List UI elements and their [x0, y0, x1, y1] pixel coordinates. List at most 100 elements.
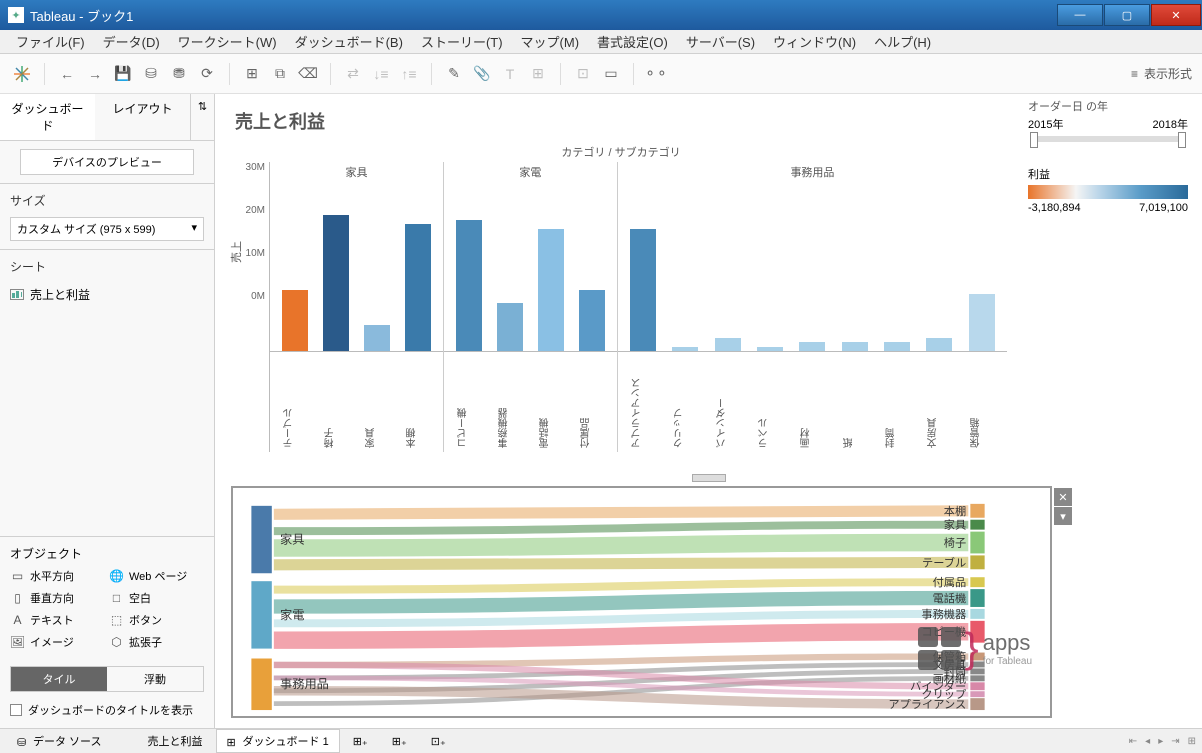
presentation-icon[interactable]: ▭ — [599, 62, 623, 86]
obj-extension[interactable]: ⬡拡張子 — [109, 634, 204, 650]
bar[interactable] — [282, 290, 308, 351]
highlight-icon[interactable]: ✎ — [442, 62, 466, 86]
sheets-label: シート — [0, 249, 214, 279]
dashboard-tab[interactable]: ⊞ ダッシュボード 1 — [216, 729, 340, 753]
year-start: 2015年 — [1028, 116, 1063, 132]
close-button[interactable]: ✕ — [1151, 4, 1201, 26]
bar[interactable] — [757, 347, 783, 351]
menu-file[interactable]: ファイル(F) — [8, 30, 93, 53]
svg-text:家具: 家具 — [944, 518, 966, 532]
float-button[interactable]: 浮動 — [107, 667, 203, 691]
sankey-chart[interactable]: ✕ ▾ 家具家電事務用品本棚家具椅子テーブル付属品電話機事務機器コピー機保管箱文… — [231, 486, 1052, 718]
datasource-tab[interactable]: ⛁ データ ソース — [6, 729, 113, 753]
show-me-button[interactable]: ≡ 表示形式 — [1131, 65, 1192, 82]
x-label: 封筒 — [884, 352, 910, 452]
minimize-button[interactable]: — — [1057, 4, 1103, 26]
nav-tabs-icon[interactable]: ⊞ — [1188, 736, 1196, 747]
menu-dashboard[interactable]: ダッシュボード(B) — [287, 30, 411, 53]
vertical-icon: ▯ — [10, 591, 25, 605]
bar[interactable] — [799, 342, 825, 351]
obj-blank[interactable]: □空白 — [109, 590, 204, 606]
category-label: 家具 — [270, 162, 443, 182]
bar[interactable] — [926, 338, 952, 351]
sheet-options-icon[interactable]: ▾ — [1054, 507, 1072, 525]
x-label: 保管箱 — [969, 352, 995, 452]
obj-web[interactable]: 🌐Web ページ — [109, 568, 204, 584]
bar[interactable] — [364, 325, 390, 351]
menu-help[interactable]: ヘルプ(H) — [866, 30, 939, 53]
obj-button[interactable]: ⬚ボタン — [109, 612, 204, 628]
show-title-checkbox[interactable] — [10, 704, 22, 716]
share-icon[interactable]: ⚬⚬ — [644, 62, 668, 86]
bar[interactable] — [456, 220, 482, 351]
bar[interactable] — [842, 342, 868, 351]
obj-text[interactable]: Aテキスト — [10, 612, 105, 628]
fit-icon[interactable]: ⊡ — [571, 62, 595, 86]
titlebar: ✦ Tableau - ブック1 — ▢ ✕ — [0, 0, 1202, 30]
nav-prev-icon[interactable]: ◂ — [1145, 736, 1150, 747]
remove-sheet-icon[interactable]: ✕ — [1054, 488, 1072, 506]
bar[interactable] — [538, 229, 564, 352]
maximize-button[interactable]: ▢ — [1104, 4, 1150, 26]
bar[interactable] — [579, 290, 605, 351]
duplicate-icon[interactable]: ⧉ — [268, 62, 292, 86]
refresh-datasource-icon[interactable]: ⛃ — [167, 62, 191, 86]
tab-layout[interactable]: レイアウト — [95, 94, 190, 140]
watermark-text: apps — [983, 630, 1032, 656]
dashboard-canvas[interactable]: 売上と利益 オーダー日 の年 2015年 2018年 利益 -3,180,894… — [215, 94, 1202, 728]
bar[interactable] — [715, 338, 741, 351]
new-worksheet-icon[interactable]: ⊞ — [240, 62, 264, 86]
swap-icon[interactable]: ⇄ — [341, 62, 365, 86]
year-slider[interactable] — [1034, 136, 1182, 142]
save-icon[interactable]: 💾 — [111, 62, 135, 86]
bar[interactable] — [969, 294, 995, 351]
color-gradient-bar — [1028, 185, 1188, 199]
obj-horizontal[interactable]: ▭水平方向 — [10, 568, 105, 584]
menu-window[interactable]: ウィンドウ(N) — [765, 30, 864, 53]
window-title: Tableau - ブック1 — [30, 6, 133, 25]
tab-dashboard[interactable]: ダッシュボード — [0, 94, 95, 140]
menu-format[interactable]: 書式設定(O) — [589, 30, 676, 53]
sheet-item[interactable]: 売上と利益 — [10, 283, 204, 306]
bar[interactable] — [497, 303, 523, 351]
nav-next-icon[interactable]: ▸ — [1158, 736, 1163, 747]
worksheet-tab[interactable]: 売上と利益 — [137, 729, 214, 753]
obj-vertical[interactable]: ▯垂直方向 — [10, 590, 105, 606]
device-preview-button[interactable]: デバイスのプレビュー — [20, 149, 194, 175]
redo-icon[interactable]: → — [83, 62, 107, 86]
sidebar-options-icon[interactable]: ⇅ — [190, 94, 214, 140]
refresh-icon[interactable]: ⟳ — [195, 62, 219, 86]
nav-last-icon[interactable]: ⇥ — [1171, 736, 1179, 747]
bar[interactable] — [405, 224, 431, 351]
tile-button[interactable]: タイル — [11, 667, 107, 691]
menu-data[interactable]: データ(D) — [95, 30, 168, 53]
new-worksheet-button[interactable]: ⊞₊ — [342, 731, 379, 752]
bar[interactable] — [323, 215, 349, 351]
datasource-icon[interactable]: ⛁ — [139, 62, 163, 86]
bar-chart[interactable]: カテゴリ / サブカテゴリ 売上 30M 20M 10M 0M 家具テーブル椅子… — [235, 144, 1007, 464]
bar[interactable] — [672, 347, 698, 351]
new-dashboard-button[interactable]: ⊞₊ — [381, 731, 418, 752]
obj-image[interactable]: 🖼イメージ — [10, 634, 105, 650]
tableau-icon[interactable] — [10, 62, 34, 86]
year-filter[interactable]: オーダー日 の年 2015年 2018年 — [1028, 98, 1188, 146]
text-icon[interactable]: T — [498, 62, 522, 86]
ytick: 30M — [246, 162, 265, 173]
new-story-button[interactable]: ⊡₊ — [420, 731, 457, 752]
menu-server[interactable]: サーバー(S) — [678, 30, 763, 53]
sort-desc-icon[interactable]: ↑≡ — [397, 62, 421, 86]
size-dropdown[interactable]: カスタム サイズ (975 x 599) ▾ — [10, 217, 204, 241]
menu-story[interactable]: ストーリー(T) — [413, 30, 511, 53]
clear-icon[interactable]: ⌫ — [296, 62, 320, 86]
bar[interactable] — [884, 342, 910, 351]
attach-icon[interactable]: 📎 — [470, 62, 494, 86]
sort-asc-icon[interactable]: ↓≡ — [369, 62, 393, 86]
nav-first-icon[interactable]: ⇤ — [1129, 736, 1137, 747]
grid-icon[interactable]: ⊞ — [526, 62, 550, 86]
undo-icon[interactable]: ← — [55, 62, 79, 86]
size-label: サイズ — [0, 183, 214, 213]
menu-worksheet[interactable]: ワークシート(W) — [170, 30, 285, 53]
pane-resize-handle[interactable] — [692, 474, 726, 482]
menu-map[interactable]: マップ(M) — [513, 30, 588, 53]
bar[interactable] — [630, 229, 656, 352]
